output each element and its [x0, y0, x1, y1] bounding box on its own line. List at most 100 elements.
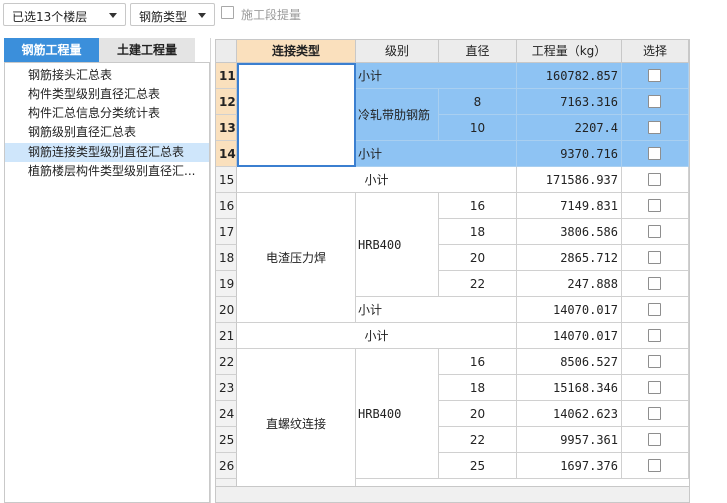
connection-type-straight-thread[interactable]: 直螺纹连接 [237, 349, 356, 499]
select-checkbox[interactable] [648, 199, 661, 212]
diameter-cell[interactable]: 10 [439, 115, 517, 141]
subtotal-label: 小计 [356, 63, 517, 89]
report-item-grade-diameter[interactable]: 钢筋级别直径汇总表 [5, 123, 209, 142]
column-header-connection-type[interactable]: 连接类型 [237, 40, 356, 63]
diameter-cell[interactable]: 20 [439, 401, 517, 427]
row-number: 11 [216, 63, 237, 89]
select-checkbox[interactable] [648, 225, 661, 238]
tab-rebar-quantity[interactable]: 钢筋工程量 [4, 38, 99, 62]
row-number: 22 [216, 349, 237, 375]
select-checkbox[interactable] [648, 433, 661, 446]
report-item-joint-summary[interactable]: 钢筋接头汇总表 [5, 66, 209, 85]
row-number: 21 [216, 323, 237, 349]
diameter-cell[interactable]: 20 [439, 245, 517, 271]
diameter-cell[interactable]: 16 [439, 349, 517, 375]
select-cell[interactable] [622, 375, 689, 401]
quantity-cell[interactable]: 160782.857 [517, 63, 622, 89]
row-number: 15 [216, 167, 237, 193]
select-cell[interactable] [622, 167, 689, 193]
quantity-cell[interactable]: 9370.716 [517, 141, 622, 167]
select-cell[interactable] [622, 245, 689, 271]
row-number: 17 [216, 219, 237, 245]
column-header-diameter[interactable]: 直径 [439, 40, 517, 63]
select-checkbox[interactable] [648, 329, 661, 342]
diameter-cell[interactable]: 25 [439, 453, 517, 479]
checkbox-icon[interactable] [221, 6, 234, 19]
quantity-cell[interactable]: 7149.831 [517, 193, 622, 219]
select-cell[interactable] [622, 297, 689, 323]
row-number: 16 [216, 193, 237, 219]
column-header-grade[interactable]: 级别 [356, 40, 439, 63]
chevron-down-icon [109, 13, 117, 18]
quantity-cell[interactable]: 15168.346 [517, 375, 622, 401]
quantity-cell[interactable]: 14070.017 [517, 323, 622, 349]
select-checkbox[interactable] [648, 147, 661, 160]
floors-dropdown-label: 已选13个楼层 [12, 10, 88, 24]
quantity-cell[interactable]: 2207.4 [517, 115, 622, 141]
quantity-cell[interactable]: 3806.586 [517, 219, 622, 245]
rebar-type-dropdown[interactable]: 钢筋类型 [130, 3, 215, 26]
grade-cell-hrb400[interactable]: HRB400 [356, 349, 439, 479]
select-checkbox[interactable] [648, 381, 661, 394]
select-checkbox[interactable] [648, 173, 661, 186]
select-checkbox[interactable] [648, 459, 661, 472]
quantity-cell[interactable]: 8506.527 [517, 349, 622, 375]
quantity-cell[interactable]: 9957.361 [517, 427, 622, 453]
toolbar: 已选13个楼层 钢筋类型 施工段提量 [0, 0, 727, 30]
row-number: 26 [216, 453, 237, 479]
select-cell[interactable] [622, 193, 689, 219]
diameter-cell[interactable]: 22 [439, 271, 517, 297]
quantity-cell[interactable]: 7163.316 [517, 89, 622, 115]
quantity-cell[interactable]: 247.888 [517, 271, 622, 297]
diameter-cell[interactable]: 18 [439, 219, 517, 245]
row-number: 23 [216, 375, 237, 401]
select-checkbox[interactable] [648, 407, 661, 420]
tab-civil-quantity[interactable]: 土建工程量 [99, 38, 195, 62]
table-corner [216, 40, 237, 63]
select-checkbox[interactable] [648, 277, 661, 290]
select-cell[interactable] [622, 219, 689, 245]
select-checkbox[interactable] [648, 95, 661, 108]
quantity-cell[interactable]: 171586.937 [517, 167, 622, 193]
chevron-down-icon [198, 13, 206, 18]
grade-cell-hrb400[interactable]: HRB400 [356, 193, 439, 297]
row-number: 18 [216, 245, 237, 271]
grade-cell-cold-rolled[interactable]: 冷轧带肋钢筋 [356, 89, 439, 141]
row-number: 24 [216, 401, 237, 427]
column-header-select[interactable]: 选择 [622, 40, 689, 63]
report-item-planted-rebar[interactable]: 植筋楼层构件类型级别直径汇... [5, 162, 209, 181]
connection-type-cell-selected[interactable] [237, 63, 356, 167]
select-cell[interactable] [622, 427, 689, 453]
report-item-connection-type[interactable]: 钢筋连接类型级别直径汇总表 [5, 143, 209, 162]
select-cell[interactable] [622, 89, 689, 115]
report-item-component-info[interactable]: 构件汇总信息分类统计表 [5, 104, 209, 123]
diameter-cell[interactable]: 8 [439, 89, 517, 115]
floors-dropdown[interactable]: 已选13个楼层 [3, 3, 126, 26]
diameter-cell[interactable]: 16 [439, 193, 517, 219]
select-cell[interactable] [622, 401, 689, 427]
diameter-cell[interactable]: 22 [439, 427, 517, 453]
quantity-cell[interactable]: 2865.712 [517, 245, 622, 271]
quantity-cell[interactable]: 1697.376 [517, 453, 622, 479]
select-cell[interactable] [622, 349, 689, 375]
select-checkbox[interactable] [648, 303, 661, 316]
select-checkbox[interactable] [648, 121, 661, 134]
quantity-cell[interactable]: 14070.017 [517, 297, 622, 323]
diameter-cell[interactable]: 18 [439, 375, 517, 401]
select-cell[interactable] [622, 63, 689, 89]
report-item-component-type[interactable]: 构件类型级别直径汇总表 [5, 85, 209, 104]
select-cell[interactable] [622, 141, 689, 167]
connection-type-electroslag[interactable]: 电渣压力焊 [237, 193, 356, 323]
select-checkbox[interactable] [648, 251, 661, 264]
quantity-cell[interactable]: 14062.623 [517, 401, 622, 427]
subtotal-label: 小计 [356, 297, 517, 323]
select-checkbox[interactable] [648, 355, 661, 368]
select-checkbox[interactable] [648, 69, 661, 82]
column-header-quantity[interactable]: 工程量（kg） [517, 40, 622, 63]
select-cell[interactable] [622, 453, 689, 479]
report-panel: 钢筋工程量 土建工程量 钢筋接头汇总表 构件类型级别直径汇总表 构件汇总信息分类… [0, 38, 211, 503]
select-cell[interactable] [622, 271, 689, 297]
horizontal-scrollbar[interactable] [216, 486, 689, 502]
select-cell[interactable] [622, 323, 689, 349]
select-cell[interactable] [622, 115, 689, 141]
